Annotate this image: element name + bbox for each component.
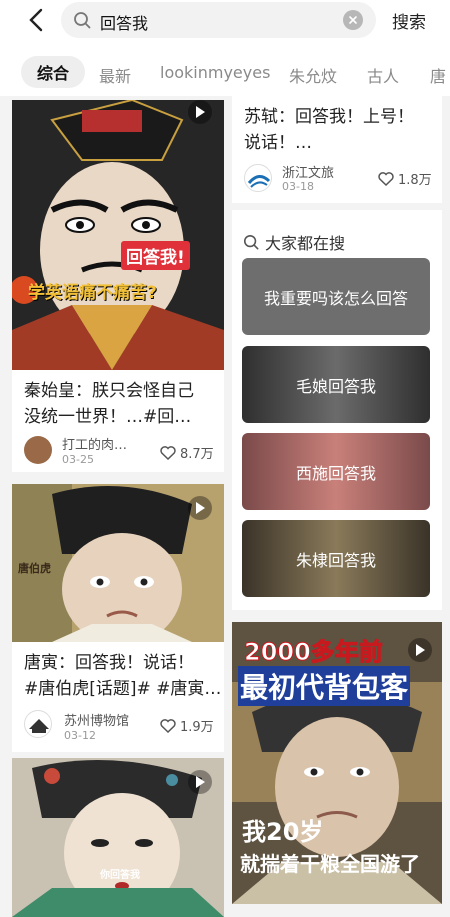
note-card[interactable]: 你回答我 [12,758,224,917]
tab-tang[interactable]: 唐 [430,63,446,87]
overlay-caption: 你回答我 [100,870,140,881]
search-header: 回答我 搜索 [0,0,450,48]
like-count: 1.9万 [180,720,214,735]
author-name[interactable]: 浙江文旅 [282,162,334,181]
card-title: 说话！… [244,133,312,153]
search-icon [243,234,259,250]
card-title: 没统一世界！…#回… [24,407,192,427]
overlay-caption: 唐伯虎 [18,562,51,575]
overlay-caption: 最初代背包客 [238,666,411,706]
like-count: 8.7万 [180,447,214,462]
heart-icon [160,718,176,733]
post-date: 03-25 [62,453,94,466]
tab-ancients[interactable]: 古人 [367,63,399,87]
back-arrow-icon[interactable] [24,8,48,32]
note-card[interactable]: 2000多年前 最初代背包客 我20岁 就揣着干粮全国游了 [232,622,442,904]
play-icon [188,100,212,124]
overlay-caption: 学英语痛不痛苦? [28,283,157,303]
tab-all[interactable]: 综合 [21,56,85,88]
search-box[interactable]: 回答我 [61,2,376,38]
trending-heading: 大家都在搜 [243,230,345,254]
play-icon [188,496,212,520]
post-date: 03-18 [282,180,314,193]
play-icon [188,770,212,794]
card-title: #唐伯虎[话题]# #唐寅… [24,679,222,699]
post-date: 03-12 [64,729,96,742]
tab-latest[interactable]: 最新 [99,63,131,87]
card-title: 唐寅：回答我！说话！ [24,653,194,673]
note-card[interactable]: 苏轼：回答我！上号！ 说话！… 浙江文旅 03-18 1.8万 [232,96,442,203]
trending-item[interactable]: 西施回答我 [242,433,430,510]
trending-item[interactable]: 毛娘回答我 [242,346,430,423]
tab-lookinmyeyes[interactable]: lookinmyeyes [160,63,270,82]
trending-item[interactable]: 我重要吗该怎么回答 [242,258,430,335]
avatar[interactable] [244,164,272,192]
overlay-caption: 我20岁 [242,818,324,846]
card-title: 苏轼：回答我！上号！ [244,107,414,127]
note-card[interactable]: 回答我! 学英语痛不痛苦? 秦始皇：朕只会怪自己 没统一世界！…#回… 打工的肉… [12,100,224,472]
trending-searches: 大家都在搜 我重要吗该怎么回答 毛娘回答我 西施回答我 朱棣回答我 [232,210,442,610]
video-thumbnail: 你回答我 [12,758,224,917]
like-button[interactable]: 1.8万 [378,169,432,188]
play-icon [408,638,432,662]
like-button[interactable]: 1.9万 [160,716,214,735]
video-thumbnail: 回答我! 学英语痛不痛苦? [12,100,224,370]
author-name[interactable]: 苏州博物馆 [64,710,129,729]
search-input[interactable]: 回答我 [100,10,148,34]
avatar[interactable] [24,710,52,738]
overlay-caption: 就揣着干粮全国游了 [240,852,420,876]
note-card[interactable]: 唐伯虎 唐寅：回答我！说话！ #唐伯虎[话题]# #唐寅… 苏州博物馆 03-1… [12,484,224,752]
card-title: 秦始皇：朕只会怪自己 [24,381,194,401]
overlay-caption: 回答我! [121,241,190,270]
overlay-caption: 2000多年前 [244,638,384,667]
like-count: 1.8万 [398,173,432,188]
heart-icon [378,171,394,186]
search-button[interactable]: 搜索 [392,8,426,33]
video-thumbnail: 2000多年前 最初代背包客 我20岁 就揣着干粮全国游了 [232,622,442,904]
avatar[interactable] [24,436,52,464]
video-thumbnail: 唐伯虎 [12,484,224,642]
category-tabs: 综合 最新 lookinmyeyes 朱允炆 古人 唐 [0,48,450,96]
author-name[interactable]: 打工的肉… [62,434,127,453]
like-button[interactable]: 8.7万 [160,443,214,462]
trending-item[interactable]: 朱棣回答我 [242,520,430,597]
tab-zhuyunwen[interactable]: 朱允炆 [289,63,337,87]
heart-icon [160,445,176,460]
search-icon [73,11,91,29]
clear-search-icon[interactable] [343,10,363,30]
